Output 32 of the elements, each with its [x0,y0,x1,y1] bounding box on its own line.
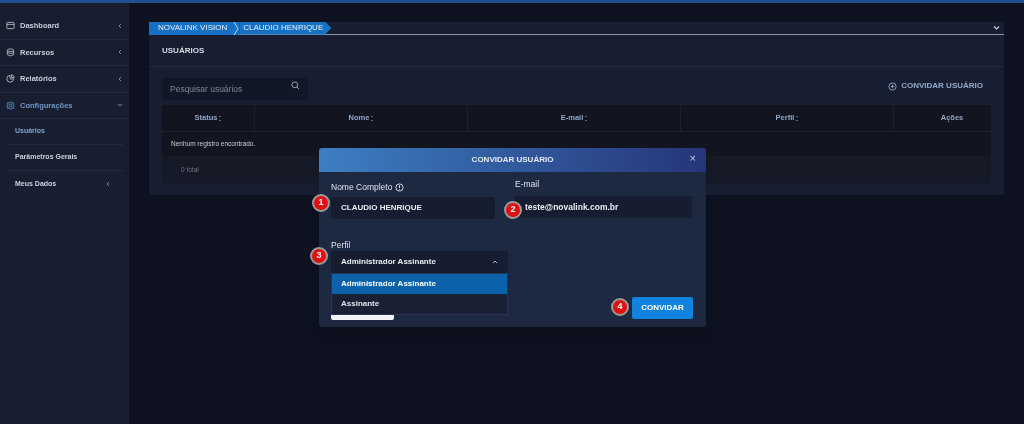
name-field[interactable]: CLAUDIO HENRIQUE [331,196,495,219]
chevron-left-icon [117,49,123,56]
breadcrumb-link[interactable]: NOVALINK VISION [149,21,234,35]
invite-button[interactable]: CONVIDAR [632,297,693,319]
field-label: Nome Completo [331,181,393,194]
gear-icon [6,100,15,110]
step-marker: 3 [310,247,328,265]
calendar-icon [6,21,15,31]
database-icon [6,47,15,57]
breadcrumb-separator-icon [233,21,240,35]
invite-user-button[interactable]: CONVIDAR USUÁRIO [888,80,983,92]
plus-circle-icon [888,81,898,91]
search-field[interactable]: Pesquisar usuários [162,78,308,100]
chevron-left-icon [117,22,123,29]
step-marker: 1 [312,194,330,212]
pie-chart-icon [6,74,15,84]
dropdown-option[interactable]: Administrador Assinante [332,274,507,294]
field-label: E-mail [515,180,541,189]
info-icon [395,183,405,192]
chevron-down-icon [117,102,123,109]
dialog-title: CONVIDAR USUÁRIO [471,154,554,166]
caret-icon [492,259,498,264]
profile-select[interactable]: Administrador Assinante [331,250,508,273]
breadcrumb-link[interactable]: CLAUDIO HENRIQUE [239,21,332,35]
email-field[interactable]: teste@novalink.com.br [515,196,692,218]
close-button[interactable]: × [689,153,696,164]
field-label: Perfil [331,238,352,250]
chevron-down-icon[interactable] [993,25,1000,31]
search-icon[interactable] [291,81,300,90]
chevron-left-icon [117,75,123,82]
dropdown-option[interactable]: Assinante [332,294,507,314]
page-title: USUÁRIOS [149,35,1004,67]
